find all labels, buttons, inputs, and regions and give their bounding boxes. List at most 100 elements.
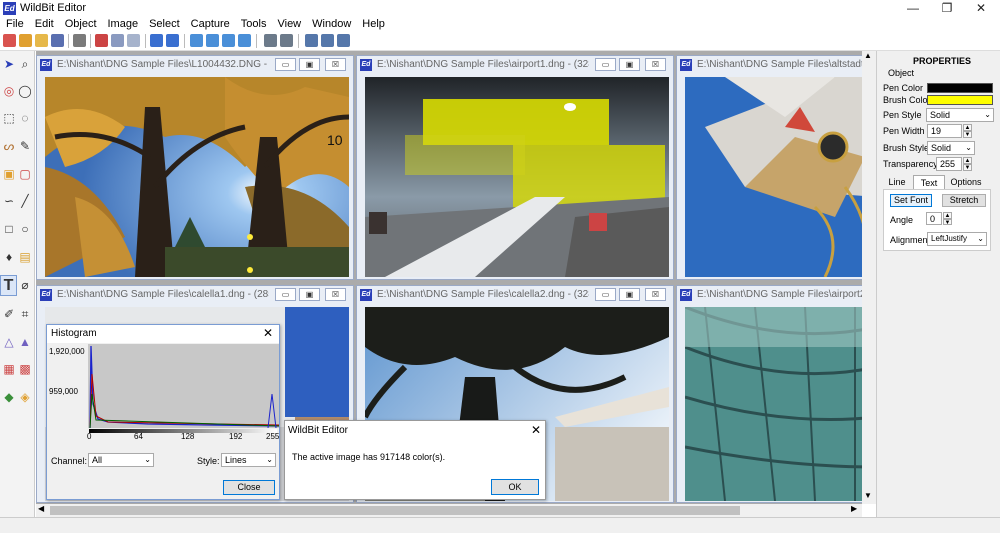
close-icon[interactable]: ☒: [645, 58, 666, 71]
curve-icon[interactable]: ∽: [2, 194, 16, 208]
tab-text[interactable]: Text: [913, 175, 945, 189]
close-button[interactable]: ✕: [966, 0, 996, 17]
image-window-header[interactable]: Ed E:\Nishant\DNG Sample Files\airport1.…: [357, 56, 673, 74]
folder-icon[interactable]: [35, 34, 48, 47]
pen-width-input[interactable]: 19: [927, 124, 962, 138]
maximize-icon[interactable]: ▣: [619, 288, 640, 301]
window-icon[interactable]: [222, 34, 235, 47]
image-window-header[interactable]: Ed E:\Nishant\DNG Sample Files\altstadt.…: [677, 56, 875, 74]
spin-down-icon[interactable]: ▼: [963, 164, 972, 171]
close-icon[interactable]: ☒: [645, 288, 666, 301]
ellipse-select-icon[interactable]: ◌: [18, 111, 32, 125]
mountain-icon[interactable]: △: [2, 335, 16, 349]
zoom-icon[interactable]: [280, 34, 293, 47]
spin-up-icon[interactable]: ▲: [963, 157, 972, 164]
alignment-select[interactable]: LeftJustify ⌄: [927, 232, 987, 246]
cascade-icon[interactable]: [305, 34, 318, 47]
rect-select-icon[interactable]: ⬚: [2, 111, 16, 125]
menu-select[interactable]: Select: [143, 17, 185, 31]
scroll-left-icon[interactable]: ◀: [38, 504, 44, 513]
screen-icon[interactable]: [206, 34, 219, 47]
image-icon[interactable]: ▲: [18, 335, 32, 349]
minimize-icon[interactable]: ▭: [275, 58, 296, 71]
stretch-button[interactable]: Stretch: [942, 194, 986, 207]
minimize-icon[interactable]: ▭: [595, 288, 616, 301]
vertical-scrollbar[interactable]: ▲ ▼: [862, 51, 876, 504]
scroll-down-icon[interactable]: ▼: [864, 491, 872, 500]
spin-up-icon[interactable]: ▲: [963, 124, 972, 131]
close-icon[interactable]: ✕: [263, 326, 273, 340]
magic-wand-icon[interactable]: ◎: [2, 84, 16, 98]
image-window-header[interactable]: Ed E:\Nishant\DNG Sample Files\calella2.…: [357, 286, 673, 304]
image-window[interactable]: Ed E:\Nishant\DNG Sample Files\L1004432.…: [36, 55, 354, 280]
maximize-icon[interactable]: ▣: [619, 58, 640, 71]
minimize-icon[interactable]: ▭: [595, 58, 616, 71]
spin-down-icon[interactable]: ▼: [943, 219, 952, 226]
color-picker-icon[interactable]: ✎: [18, 139, 32, 153]
spin-up-icon[interactable]: ▲: [943, 212, 952, 219]
cut-icon[interactable]: [95, 34, 108, 47]
minimize-button[interactable]: —: [898, 0, 928, 17]
stamp-icon[interactable]: ▩: [18, 362, 32, 376]
menu-tools[interactable]: Tools: [235, 17, 272, 31]
minimize-icon[interactable]: ▭: [275, 288, 296, 301]
text-tool-icon[interactable]: T: [0, 275, 17, 296]
image-canvas[interactable]: [685, 77, 877, 277]
effects-icon[interactable]: ◈: [18, 390, 32, 404]
fullscreen-icon[interactable]: [238, 34, 251, 47]
image-window[interactable]: Ed E:\Nishant\DNG Sample Files\altstadt.…: [676, 55, 877, 280]
tile-vertical-icon[interactable]: [337, 34, 350, 47]
marker-icon[interactable]: ▦: [2, 362, 16, 376]
transparency-input[interactable]: 255: [936, 157, 962, 171]
menu-file[interactable]: File: [0, 17, 29, 31]
gradient-icon[interactable]: ▤: [18, 250, 32, 264]
pointer-icon[interactable]: ➤: [2, 57, 16, 71]
tab-line[interactable]: Line: [883, 175, 911, 189]
crop-tool-icon[interactable]: ⌗: [18, 307, 32, 321]
rectangle-icon[interactable]: □: [2, 222, 16, 236]
brush-color-swatch[interactable]: [927, 95, 993, 105]
menu-help[interactable]: Help: [356, 17, 390, 31]
angle-input[interactable]: 0: [926, 212, 942, 225]
pen-color-swatch[interactable]: [927, 83, 993, 93]
print-icon[interactable]: [73, 34, 86, 47]
message-dialog[interactable]: WildBit Editor ✕ The active image has 91…: [284, 420, 546, 500]
freehand-select-icon[interactable]: ᔕ: [2, 139, 16, 153]
fill-icon[interactable]: ♦: [2, 250, 16, 264]
histogram-close-button[interactable]: Close: [223, 480, 275, 495]
histogram-header[interactable]: Histogram ✕: [47, 325, 279, 343]
menu-edit[interactable]: Edit: [29, 17, 59, 31]
menu-capture[interactable]: Capture: [185, 17, 235, 31]
menu-image[interactable]: Image: [102, 17, 144, 31]
image-window-header[interactable]: Ed E:\Nishant\DNG Sample Files\L1004432.…: [37, 56, 353, 74]
image-canvas[interactable]: [365, 77, 669, 277]
brush-style-select[interactable]: Solid ⌄: [927, 141, 975, 155]
image-window-header[interactable]: Ed E:\Nishant\DNG Sample Files\calella1.…: [37, 286, 353, 304]
menu-window[interactable]: Window: [306, 17, 356, 31]
horizontal-scrollbar[interactable]: ◀ ▶: [36, 504, 862, 517]
redo-icon[interactable]: [166, 34, 179, 47]
eraser-icon[interactable]: ⌀: [18, 278, 32, 292]
image-canvas[interactable]: 10: [45, 77, 349, 277]
tile-horizontal-icon[interactable]: [321, 34, 334, 47]
new-icon[interactable]: [3, 34, 16, 47]
set-font-button[interactable]: Set Font: [890, 194, 932, 207]
object-select-icon[interactable]: ▣: [2, 167, 16, 181]
brush-icon[interactable]: ✐: [2, 307, 16, 321]
image-window-header[interactable]: Ed E:\Nishant\DNG Sample Files\airport2.…: [677, 286, 875, 304]
zoom-tool-icon[interactable]: ⌕: [18, 57, 32, 71]
tab-options[interactable]: Options: [947, 175, 985, 189]
image-window[interactable]: Ed E:\Nishant\DNG Sample Files\airport1.…: [356, 55, 674, 280]
pen-style-select[interactable]: Solid ⌄: [926, 108, 994, 122]
lasso-icon[interactable]: ◯: [18, 84, 32, 98]
spin-down-icon[interactable]: ▼: [963, 131, 972, 138]
crop-icon[interactable]: [264, 34, 277, 47]
close-icon[interactable]: ☒: [325, 288, 346, 301]
scroll-thumb[interactable]: [50, 506, 740, 515]
close-icon[interactable]: ☒: [325, 58, 346, 71]
copy-icon[interactable]: [111, 34, 124, 47]
undo-icon[interactable]: [150, 34, 163, 47]
view-icon[interactable]: [190, 34, 203, 47]
image-canvas[interactable]: [685, 307, 877, 501]
close-icon[interactable]: ✕: [531, 423, 541, 437]
